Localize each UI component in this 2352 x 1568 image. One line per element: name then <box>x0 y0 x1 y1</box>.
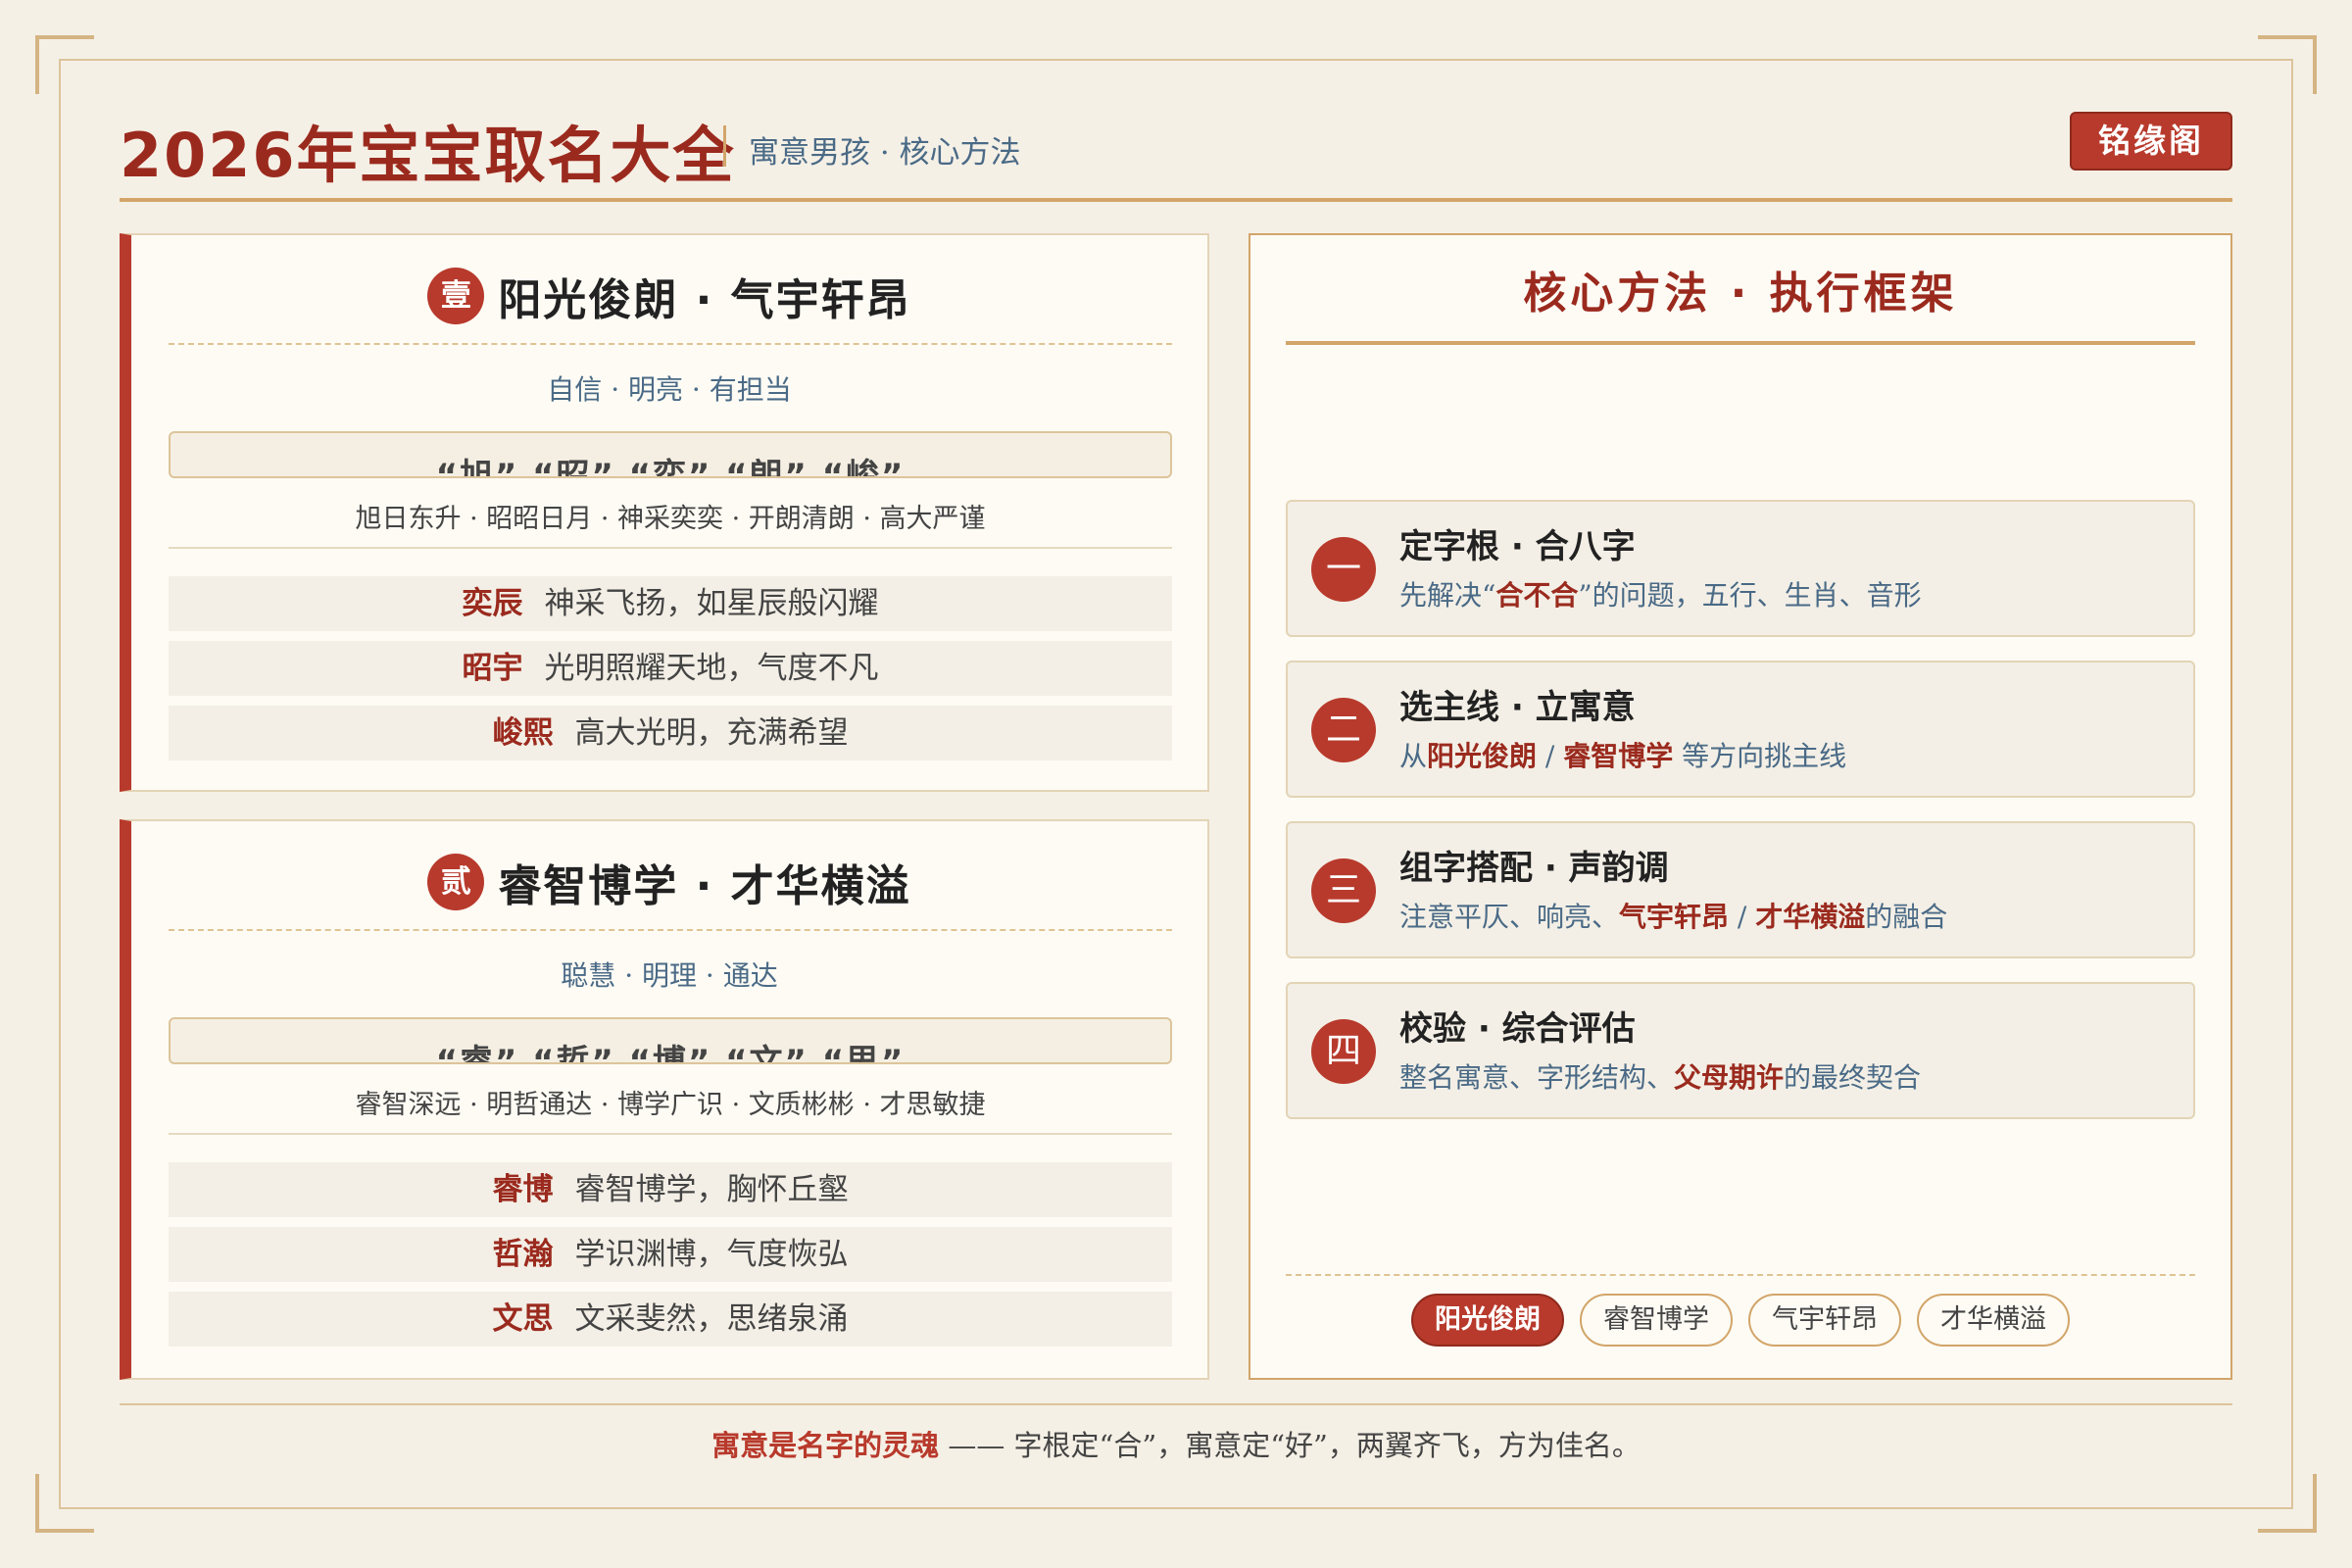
step-number-badge: 三 <box>1311 858 1376 923</box>
step-description: 注意平仄、响亮、气宇轩昂 / 才华横溢的融合 <box>1399 896 1947 935</box>
page-header: 2026年宝宝取名大全 寓意男孩 · 核心方法 铭缘阁 <box>120 100 2232 202</box>
name-row[interactable]: 哲瀚 学识渊博，气度恢弘 <box>169 1227 1172 1282</box>
card-divider <box>169 929 1172 931</box>
name-meaning: 神采飞扬，如星辰般闪耀 <box>544 586 879 621</box>
desc-text: ”的问题，五行、生肖、音形 <box>1578 579 1922 612</box>
desc-text: / <box>1729 901 1756 933</box>
name-text: 睿博 <box>492 1172 554 1207</box>
name-text: 昭宇 <box>462 651 523 686</box>
desc-highlight: 合不合 <box>1495 579 1579 612</box>
key-characters: “睿” “哲” “博” “文” “思” <box>435 1043 906 1064</box>
card-title: 睿智博学 · 才华横溢 <box>498 861 911 911</box>
corner-ornament-top-right <box>2258 35 2317 94</box>
card-header: 壹阳光俊朗 · 气宇轩昂 <box>131 265 1207 327</box>
step-item-2[interactable]: 二 选主线 · 立寓意 从阳光俊朗 / 睿智博学 等方向挑主线 <box>1286 661 2195 798</box>
tag-talented[interactable]: 才华横溢 <box>1917 1294 2070 1347</box>
step-number-badge: 一 <box>1311 537 1376 602</box>
key-characters-box: “旭” “昭” “奕” “朗” “峻” <box>169 431 1172 478</box>
desc-text: 先解决“ <box>1399 579 1496 612</box>
name-list: 睿博 睿智博学，胸怀丘壑 哲瀚 学识渊博，气度恢弘 文思 文采斐然，思绪泉涌 <box>169 1162 1172 1356</box>
name-text: 峻熙 <box>492 715 554 751</box>
card-subtitle: 自信 · 明亮 · 有担当 <box>547 373 792 406</box>
card-number-badge: 贰 <box>427 854 485 910</box>
desc-text: 的最终契合 <box>1784 1061 1922 1094</box>
name-row[interactable]: 睿博 睿智博学，胸怀丘壑 <box>169 1162 1172 1217</box>
method-panel: 核心方法 · 执行框架 一 定字根 · 合八字 先解决“合不合”的问题，五行、生… <box>1249 233 2232 1380</box>
page-subtitle: 寓意男孩 · 核心方法 <box>749 135 1021 171</box>
name-meaning: 睿智博学，胸怀丘壑 <box>574 1172 849 1207</box>
step-list: 一 定字根 · 合八字 先解决“合不合”的问题，五行、生肖、音形 二 选主线 ·… <box>1286 500 2195 1143</box>
step-number-badge: 四 <box>1311 1019 1376 1084</box>
name-meaning: 光明照耀天地，气度不凡 <box>544 651 879 686</box>
panel-divider <box>1286 1274 2195 1276</box>
desc-highlight: 父母期许 <box>1674 1061 1785 1094</box>
card-title: 阳光俊朗 · 气宇轩昂 <box>498 275 911 325</box>
panel-title: 核心方法 · 执行框架 <box>1286 265 2195 345</box>
name-text: 文思 <box>492 1301 554 1337</box>
desc-text: 从 <box>1399 740 1428 772</box>
title-separator <box>723 125 726 167</box>
desc-text: / <box>1537 740 1564 772</box>
corner-ornament-top-left <box>35 35 94 94</box>
step-title: 组字搭配 · 声韵调 <box>1399 849 1669 888</box>
card-number-badge: 壹 <box>427 268 485 324</box>
step-description: 整名寓意、字形结构、父母期许的最终契合 <box>1399 1056 1921 1096</box>
desc-highlight: 阳光俊朗 <box>1427 740 1538 772</box>
category-card-2: 贰睿智博学 · 才华横溢 聪慧 · 明理 · 通达 “睿” “哲” “博” “文… <box>120 819 1209 1380</box>
desc-text: 整名寓意、字形结构、 <box>1399 1061 1675 1094</box>
step-title: 定字根 · 合八字 <box>1399 527 1636 566</box>
desc-highlight: 才华横溢 <box>1755 901 1866 933</box>
page-footer: 寓意是名字的灵魂 —— 字根定“合”，寓意定“好”，两翼齐飞，方为佳名。 <box>120 1403 2232 1464</box>
step-item-1[interactable]: 一 定字根 · 合八字 先解决“合不合”的问题，五行、生肖、音形 <box>1286 500 2195 637</box>
corner-ornament-bottom-right <box>2258 1474 2317 1533</box>
character-phrases: 旭日东升 · 昭昭日月 · 神采奕奕 · 开朗清朗 · 高大严谨 <box>169 500 1172 549</box>
footer-highlight: 寓意是名字的灵魂 <box>711 1429 940 1462</box>
name-text: 哲瀚 <box>492 1237 554 1272</box>
tag-sunny-handsome[interactable]: 阳光俊朗 <box>1411 1294 1564 1347</box>
desc-text: 的融合 <box>1865 901 1948 933</box>
card-subtitle: 聪慧 · 明理 · 通达 <box>561 959 778 992</box>
name-meaning: 文采斐然，思绪泉涌 <box>574 1301 849 1337</box>
name-row[interactable]: 峻熙 高大光明，充满希望 <box>169 706 1172 760</box>
step-title: 校验 · 综合评估 <box>1399 1009 1636 1049</box>
desc-text: 等方向挑主线 <box>1673 740 1847 772</box>
name-row[interactable]: 奕辰 神采飞扬，如星辰般闪耀 <box>169 576 1172 631</box>
name-text: 奕辰 <box>462 586 523 621</box>
name-row[interactable]: 昭宇 光明照耀天地，气度不凡 <box>169 641 1172 696</box>
tag-group: 阳光俊朗 睿智博学 气宇轩昂 才华横溢 <box>1250 1294 2230 1347</box>
name-meaning: 学识渊博，气度恢弘 <box>574 1237 849 1272</box>
name-list: 奕辰 神采飞扬，如星辰般闪耀 昭宇 光明照耀天地，气度不凡 峻熙 高大光明，充满希望 <box>169 576 1172 770</box>
name-meaning: 高大光明，充满希望 <box>574 715 849 751</box>
desc-highlight: 气宇轩昂 <box>1619 901 1730 933</box>
corner-ornament-bottom-left <box>35 1474 94 1533</box>
brand-badge[interactable]: 铭缘阁 <box>2070 112 2232 171</box>
step-description: 从阳光俊朗 / 睿智博学 等方向挑主线 <box>1399 735 1846 774</box>
desc-text: 注意平仄、响亮、 <box>1399 901 1620 933</box>
step-description: 先解决“合不合”的问题，五行、生肖、音形 <box>1399 574 1922 613</box>
card-header: 贰睿智博学 · 才华横溢 <box>131 851 1207 913</box>
category-card-1: 壹阳光俊朗 · 气宇轩昂 自信 · 明亮 · 有担当 “旭” “昭” “奕” “… <box>120 233 1209 792</box>
step-item-3[interactable]: 三 组字搭配 · 声韵调 注意平仄、响亮、气宇轩昂 / 才华横溢的融合 <box>1286 821 2195 958</box>
key-characters: “旭” “昭” “奕” “朗” “峻” <box>435 457 906 478</box>
footer-text: —— 字根定“合”，寓意定“好”，两翼齐飞，方为佳名。 <box>939 1429 1641 1462</box>
step-number-badge: 二 <box>1311 698 1376 762</box>
step-item-4[interactable]: 四 校验 · 综合评估 整名寓意、字形结构、父母期许的最终契合 <box>1286 982 2195 1119</box>
name-row[interactable]: 文思 文采斐然，思绪泉涌 <box>169 1292 1172 1347</box>
desc-highlight: 睿智博学 <box>1563 740 1674 772</box>
page-title: 2026年宝宝取名大全 <box>120 120 736 191</box>
character-phrases: 睿智深远 · 明哲通达 · 博学广识 · 文质彬彬 · 才思敏捷 <box>169 1086 1172 1135</box>
step-title: 选主线 · 立寓意 <box>1399 688 1636 727</box>
key-characters-box: “睿” “哲” “博” “文” “思” <box>169 1017 1172 1064</box>
tag-dignified[interactable]: 气宇轩昂 <box>1748 1294 1901 1347</box>
card-divider <box>169 343 1172 345</box>
tag-wise-learned[interactable]: 睿智博学 <box>1580 1294 1733 1347</box>
